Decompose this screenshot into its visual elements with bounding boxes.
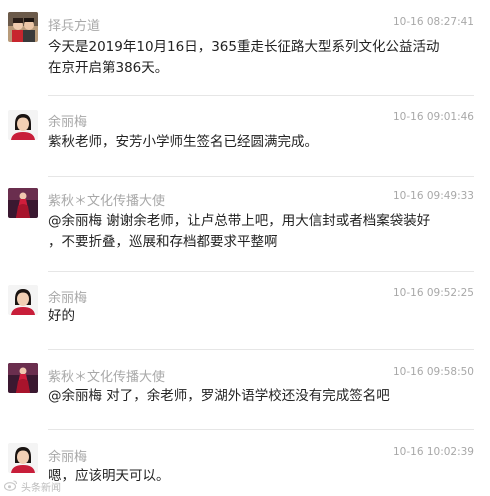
message-line: 好的 <box>48 308 75 324</box>
message-timestamp: 10-16 10:02:39 <box>392 446 474 458</box>
message-text: 嗯，应该明天可以。 <box>48 466 468 487</box>
avatar[interactable] <box>8 443 38 473</box>
message-line: 紫秋老师，安芳小学师生签名已经圆满完成。 <box>48 134 318 150</box>
watermark-text: 头条新闻 <box>21 482 61 494</box>
message-line: ，不要折叠，巡展和存档都要求平整啊 <box>48 234 278 250</box>
sender-name[interactable]: 择兵方道 <box>48 15 100 34</box>
message-timestamp: 10-16 09:52:25 <box>392 287 474 299</box>
avatar[interactable] <box>8 12 38 42</box>
sender-name[interactable]: 紫秋＊文化传播大使 <box>48 366 165 385</box>
message-text: 紫秋老师，安芳小学师生签名已经圆满完成。 <box>48 132 468 153</box>
message-divider <box>48 349 474 350</box>
message-timestamp: 10-16 08:27:41 <box>392 16 474 28</box>
message-line: 今天是2019年10月16日，365重走长征路大型系列文化公益活动 <box>48 39 440 55</box>
message-timestamp: 10-16 09:58:50 <box>392 366 474 378</box>
watermark: 头条新闻 <box>3 478 61 494</box>
message-divider <box>48 429 474 430</box>
sender-name[interactable]: 余丽梅 <box>48 287 87 306</box>
message-divider <box>48 176 474 177</box>
message-divider <box>48 95 474 96</box>
avatar[interactable] <box>8 188 38 218</box>
avatar[interactable] <box>8 363 38 393</box>
message-text: @余丽梅 谢谢余老师，让卢总带上吧，用大信封或者档案袋装好 ，不要折叠，巡展和存… <box>48 211 468 253</box>
sender-name[interactable]: 紫秋＊文化传播大使 <box>48 190 165 209</box>
sender-name[interactable]: 余丽梅 <box>48 111 87 130</box>
message-text: @余丽梅 对了，余老师，罗湖外语学校还没有完成签名吧 <box>48 386 468 407</box>
message-line: 嗯，应该明天可以。 <box>48 468 170 484</box>
avatar[interactable] <box>8 285 38 315</box>
message-timestamp: 10-16 09:49:33 <box>392 190 474 202</box>
avatar[interactable] <box>8 110 38 140</box>
weibo-logo-icon <box>3 479 21 494</box>
message-text: 今天是2019年10月16日，365重走长征路大型系列文化公益活动 在京开启第3… <box>48 37 468 79</box>
message-divider <box>48 271 474 272</box>
message-timestamp: 10-16 09:01:46 <box>392 111 474 123</box>
message-line: @余丽梅 谢谢余老师，让卢总带上吧，用大信封或者档案袋装好 <box>48 213 431 229</box>
message-line: 在京开启第386天。 <box>48 60 169 76</box>
message-line: @余丽梅 对了，余老师，罗湖外语学校还没有完成签名吧 <box>48 388 390 404</box>
sender-name[interactable]: 余丽梅 <box>48 446 87 465</box>
message-text: 好的 <box>48 306 468 327</box>
